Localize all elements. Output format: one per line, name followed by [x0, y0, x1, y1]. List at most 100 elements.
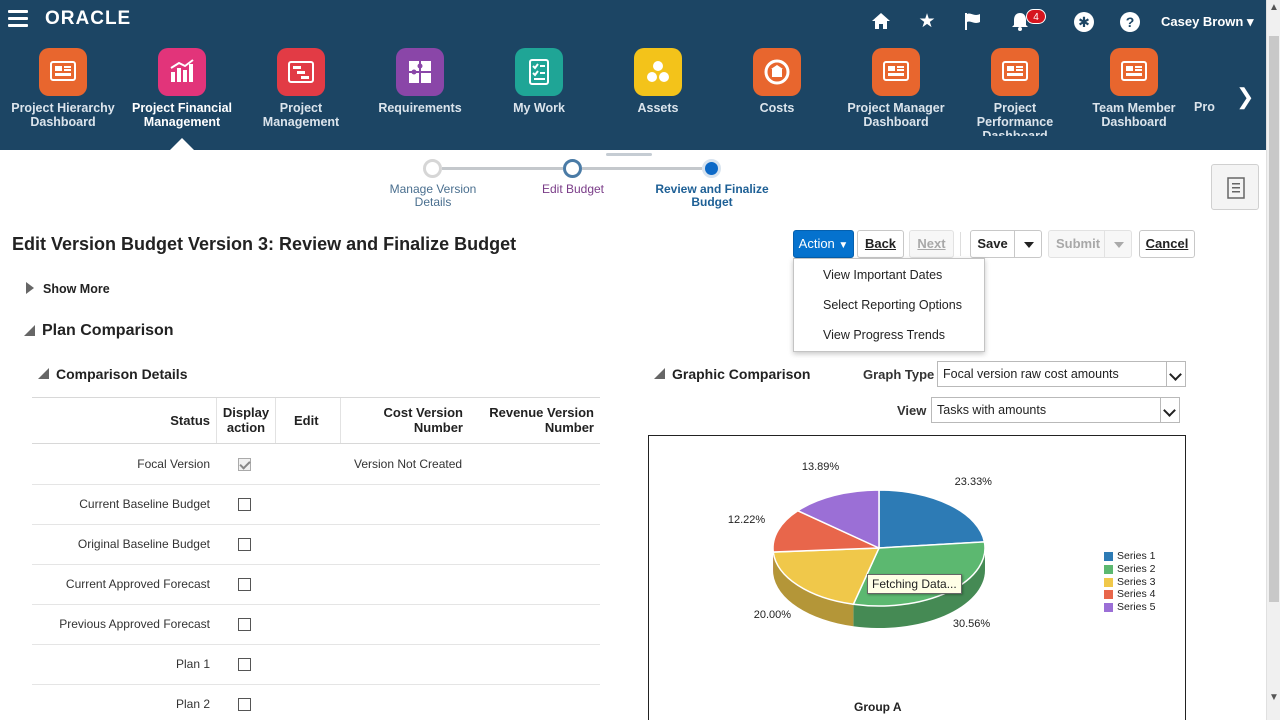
action-button[interactable]: Action ▼	[793, 230, 854, 258]
row-status: Focal Version	[137, 457, 210, 471]
display-action-checkbox	[238, 458, 251, 471]
legend-label: Series 1	[1117, 550, 1156, 562]
display-action-checkbox[interactable]	[238, 538, 251, 551]
cancel-button[interactable]: Cancel	[1139, 230, 1195, 258]
show-more-link[interactable]: Show More	[43, 282, 110, 296]
display-action-checkbox[interactable]	[238, 698, 251, 711]
nav-my-work[interactable]: My Work	[480, 48, 598, 115]
dashboard-icon	[1110, 48, 1158, 96]
legend-label: Series 5	[1117, 601, 1156, 614]
bar-chart-icon	[158, 48, 206, 96]
nav-label: Project Hierarchy Dashboard	[11, 101, 115, 129]
chevron-down-icon	[1166, 362, 1185, 386]
nav-project-management[interactable]: Project Management	[242, 48, 360, 129]
comparison-details-collapse-icon[interactable]	[38, 368, 49, 379]
nav-team-member-dashboard[interactable]: Team Member Dashboard	[1075, 48, 1193, 129]
chevron-down-icon	[1114, 242, 1124, 248]
comparison-details-header[interactable]: Comparison Details	[56, 366, 187, 382]
pie-slice-1[interactable]	[878, 489, 986, 549]
legend-label: Series 4	[1117, 588, 1156, 601]
nav-label: Team Member Dashboard	[1092, 101, 1176, 129]
accessibility-icon[interactable]: ✱	[1074, 12, 1094, 32]
display-action-checkbox[interactable]	[238, 658, 251, 671]
row-divider	[32, 684, 600, 685]
nav-requirements[interactable]: Requirements	[361, 48, 479, 115]
show-more-expand-icon[interactable]	[26, 282, 34, 294]
toolbar-separator	[960, 232, 961, 256]
pie-label-2: 30.56%	[952, 618, 991, 631]
back-label: Back	[864, 236, 897, 251]
train-stop-edit-budget[interactable]	[563, 159, 582, 178]
legend-label: Series 3	[1117, 575, 1156, 588]
scroll-up-arrow-icon[interactable]: ▲	[1269, 2, 1279, 13]
view-select[interactable]: Tasks with amounts	[931, 397, 1180, 423]
submit-button: Submit	[1048, 230, 1108, 258]
scroll-down-arrow-icon[interactable]: ▼	[1269, 692, 1279, 703]
nav-next-chevron-icon[interactable]: ❯	[1236, 84, 1254, 110]
display-action-checkbox[interactable]	[238, 618, 251, 631]
pie-label-4: 12.22%	[727, 513, 766, 526]
plan-comparison-collapse-icon[interactable]	[24, 325, 35, 336]
notification-count-badge: 4	[1026, 9, 1046, 24]
menu-item-view-important-dates[interactable]: View Important Dates	[823, 268, 942, 282]
row-divider	[32, 644, 600, 645]
display-action-checkbox[interactable]	[238, 498, 251, 511]
user-name: Casey Brown	[1161, 14, 1244, 29]
oracle-logo: ORACLE	[45, 8, 132, 29]
help-icon[interactable]: ?	[1120, 12, 1140, 32]
display-action-checkbox[interactable]	[238, 578, 251, 591]
column-divider	[216, 398, 217, 444]
menu-item-view-progress-trends[interactable]: View Progress Trends	[823, 328, 945, 342]
nav-label: My Work	[513, 101, 565, 115]
graph-type-select[interactable]: Focal version raw cost amounts	[937, 361, 1186, 387]
column-header-edit[interactable]: Edit	[294, 413, 319, 428]
assets-icon	[634, 48, 682, 96]
nav-project-financial-management[interactable]: Project Financial Management	[123, 48, 241, 129]
nav-project-performance-dashboard[interactable]: Project Performance Dashboard	[956, 48, 1074, 136]
column-header-cost-version-number[interactable]: Cost Version Number	[360, 405, 463, 435]
scroll-thumb[interactable]	[1269, 36, 1279, 602]
menu-item-select-reporting-options[interactable]: Select Reporting Options	[823, 298, 962, 312]
nav-project-hierarchy-dashboard[interactable]: Project Hierarchy Dashboard	[4, 48, 122, 129]
save-button[interactable]: Save	[970, 230, 1015, 258]
train-label-edit-budget[interactable]: Edit Budget	[523, 183, 623, 196]
nav-label: Costs	[759, 101, 795, 115]
pie-label-1: 23.33%	[954, 475, 992, 488]
group-label: Group A	[854, 700, 902, 714]
column-header-revenue-version-number[interactable]: Revenue Version Number	[480, 405, 594, 435]
row-divider	[32, 604, 600, 605]
menu-hamburger-icon[interactable]	[8, 10, 28, 28]
action-menu: View Important Dates Select Reporting Op…	[793, 258, 985, 352]
graphic-comparison-collapse-icon[interactable]	[654, 368, 665, 379]
nav-project-manager-dashboard[interactable]: Project Manager Dashboard	[837, 48, 955, 129]
user-menu[interactable]: Casey Brown ▾	[1161, 14, 1254, 30]
plan-comparison-header[interactable]: Plan Comparison	[42, 322, 174, 340]
drag-handle[interactable]	[606, 153, 652, 156]
row-status: Current Baseline Budget	[79, 497, 210, 511]
save-options-dropdown[interactable]	[1014, 230, 1042, 258]
legend-swatch	[1104, 603, 1113, 613]
train-label-manage-version-details[interactable]: Manage Version Details	[378, 183, 488, 209]
nav-label: Project Manager Dashboard	[847, 101, 945, 129]
column-header-display-action[interactable]: Display action	[218, 405, 274, 435]
column-header-status[interactable]: Status	[140, 413, 210, 428]
train-stop-review-finalize[interactable]	[702, 159, 721, 178]
vertical-scrollbar[interactable]: ▲ ▼	[1266, 0, 1280, 720]
nav-label: Project Financial Management	[131, 101, 233, 129]
back-button[interactable]: Back	[857, 230, 904, 258]
contextual-panel-button[interactable]	[1211, 164, 1259, 210]
home-icon[interactable]	[869, 10, 893, 34]
nav-assets[interactable]: Assets	[599, 48, 717, 115]
nav-partial-item[interactable]: Pro	[1194, 100, 1228, 114]
nav-costs[interactable]: Costs	[718, 48, 836, 115]
column-divider	[275, 398, 276, 444]
favorites-star-icon[interactable]: ★	[915, 10, 939, 34]
submit-label: Submit	[1055, 236, 1101, 251]
row-status: Current Approved Forecast	[65, 577, 210, 591]
graphic-comparison-header[interactable]: Graphic Comparison	[672, 366, 810, 382]
watchlist-flag-icon[interactable]	[961, 10, 985, 34]
table-header-bottom-border	[32, 443, 600, 444]
train-stop-manage-version-details[interactable]	[423, 159, 442, 178]
puzzle-icon	[396, 48, 444, 96]
row-divider	[32, 564, 600, 565]
